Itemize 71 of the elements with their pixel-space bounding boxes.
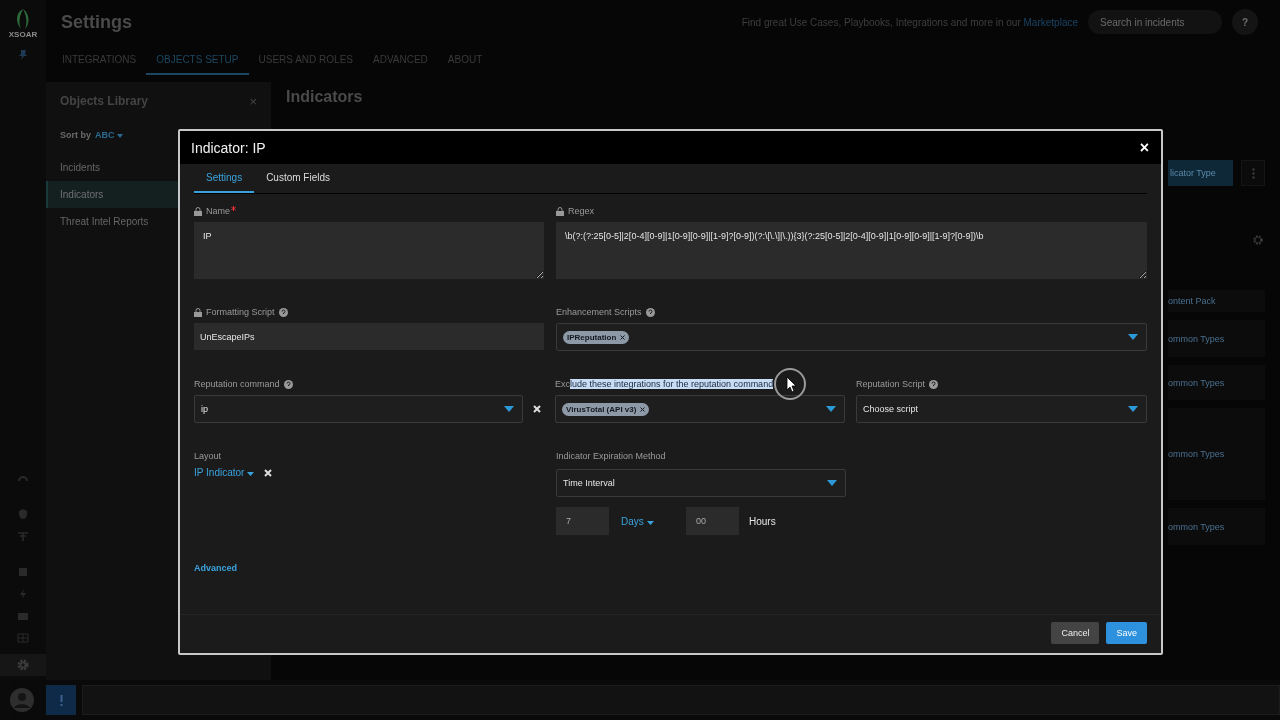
- field-label: Formatting Script: [206, 307, 275, 317]
- dialog-tab[interactable]: Settings: [194, 164, 255, 193]
- formatting-script-field[interactable]: UnEscapeIPs: [194, 323, 544, 350]
- caret-icon: [827, 480, 837, 486]
- advanced-link[interactable]: Advanced: [194, 563, 237, 573]
- name-field[interactable]: IP: [194, 222, 544, 279]
- caret-icon: [504, 406, 514, 412]
- sort-dropdown[interactable]: ABC: [95, 130, 123, 140]
- new-type-button[interactable]: licator Type: [1168, 160, 1233, 186]
- help-icon[interactable]: [278, 307, 288, 317]
- amount-field[interactable]: 7: [556, 507, 609, 535]
- exclude-integrations-dropdown[interactable]: VirusTotal (API v3): [555, 395, 845, 423]
- field-label: Reputation Script: [856, 379, 926, 389]
- lightning-icon[interactable]: [17, 588, 29, 600]
- reputation-command-dropdown[interactable]: ip: [194, 395, 523, 423]
- field-label: Enhancement Scripts: [556, 307, 642, 317]
- caret-icon: [1128, 406, 1138, 412]
- unit-dropdown[interactable]: Days: [621, 515, 676, 527]
- table-header: ontent Pack: [1168, 290, 1265, 312]
- section-title: Indicators: [286, 88, 363, 106]
- clear-icon[interactable]: [264, 468, 273, 477]
- cursor-icon: [773, 367, 807, 401]
- avatar-icon[interactable]: [10, 688, 34, 712]
- more-icon: [1251, 167, 1255, 179]
- caret-icon: [646, 520, 654, 525]
- tree-icon[interactable]: [17, 530, 29, 542]
- table-cell: ommon Types: [1168, 408, 1265, 500]
- help-button[interactable]: ?: [1232, 9, 1258, 35]
- dialog-title: Indicator: IP: [191, 139, 266, 156]
- command-button[interactable]: [46, 685, 76, 715]
- field-label: Name: [206, 206, 230, 216]
- clear-icon[interactable]: [533, 405, 541, 413]
- hours-label: Hours: [749, 515, 776, 527]
- settings-rail-item[interactable]: [0, 654, 46, 676]
- enhancement-scripts-dropdown[interactable]: IPReputation: [556, 323, 1147, 351]
- hours-field[interactable]: 00: [686, 507, 739, 535]
- field-label: Reputation command: [194, 379, 280, 389]
- field-label: Regex: [568, 206, 594, 216]
- logo-text: XSOAR: [8, 30, 38, 39]
- caret-icon: [1128, 334, 1138, 340]
- reputation-script-dropdown[interactable]: Choose script: [856, 395, 1147, 423]
- remove-icon[interactable]: [619, 334, 625, 340]
- field-label: Layout: [194, 451, 222, 461]
- script-chip[interactable]: IPReputation: [563, 330, 629, 344]
- sort-label: Sort by: [60, 130, 91, 140]
- help-icon[interactable]: [929, 379, 939, 389]
- expiration-method-dropdown[interactable]: Time Interval: [556, 469, 846, 497]
- caret-icon: [117, 134, 123, 138]
- table-cell: ommon Types: [1168, 365, 1265, 400]
- command-icon: [59, 694, 63, 706]
- cancel-button[interactable]: Cancel: [1051, 621, 1100, 644]
- table-cell: ommon Types: [1168, 508, 1265, 545]
- layout-dropdown[interactable]: IP Indicator: [194, 467, 255, 478]
- caret-icon: [247, 472, 255, 476]
- settings-icon[interactable]: [1252, 234, 1264, 246]
- more-button[interactable]: [1241, 160, 1265, 186]
- integration-chip[interactable]: VirusTotal (API v3): [562, 402, 649, 416]
- caret-icon: [826, 406, 836, 412]
- table-cell: ommon Types: [1168, 320, 1265, 357]
- help-icon[interactable]: [645, 307, 655, 317]
- search-field[interactable]: Search in incidents: [1088, 10, 1222, 34]
- pin-icon[interactable]: [17, 49, 29, 61]
- regex-field[interactable]: \b(?:(?:25[0-5]|2[0-4][0-9]|1[0-9][0-9]|[1-9]?[0-9])(?:\[\.\]|\.)){3}(?:25[0-5]|2[0-4][0-9]|1[0-9][0-9]|[1-9]?[0-9])\b: [556, 222, 1147, 279]
- settings-icon: [16, 658, 30, 672]
- field-label: Indicator Expiration Method: [556, 451, 666, 461]
- close-button[interactable]: ×: [1139, 138, 1149, 157]
- remove-icon[interactable]: [639, 406, 645, 412]
- page-title: Settings: [61, 11, 132, 33]
- save-button[interactable]: Save: [1106, 621, 1147, 644]
- help-icon[interactable]: [283, 379, 293, 389]
- shield-icon[interactable]: [17, 508, 29, 520]
